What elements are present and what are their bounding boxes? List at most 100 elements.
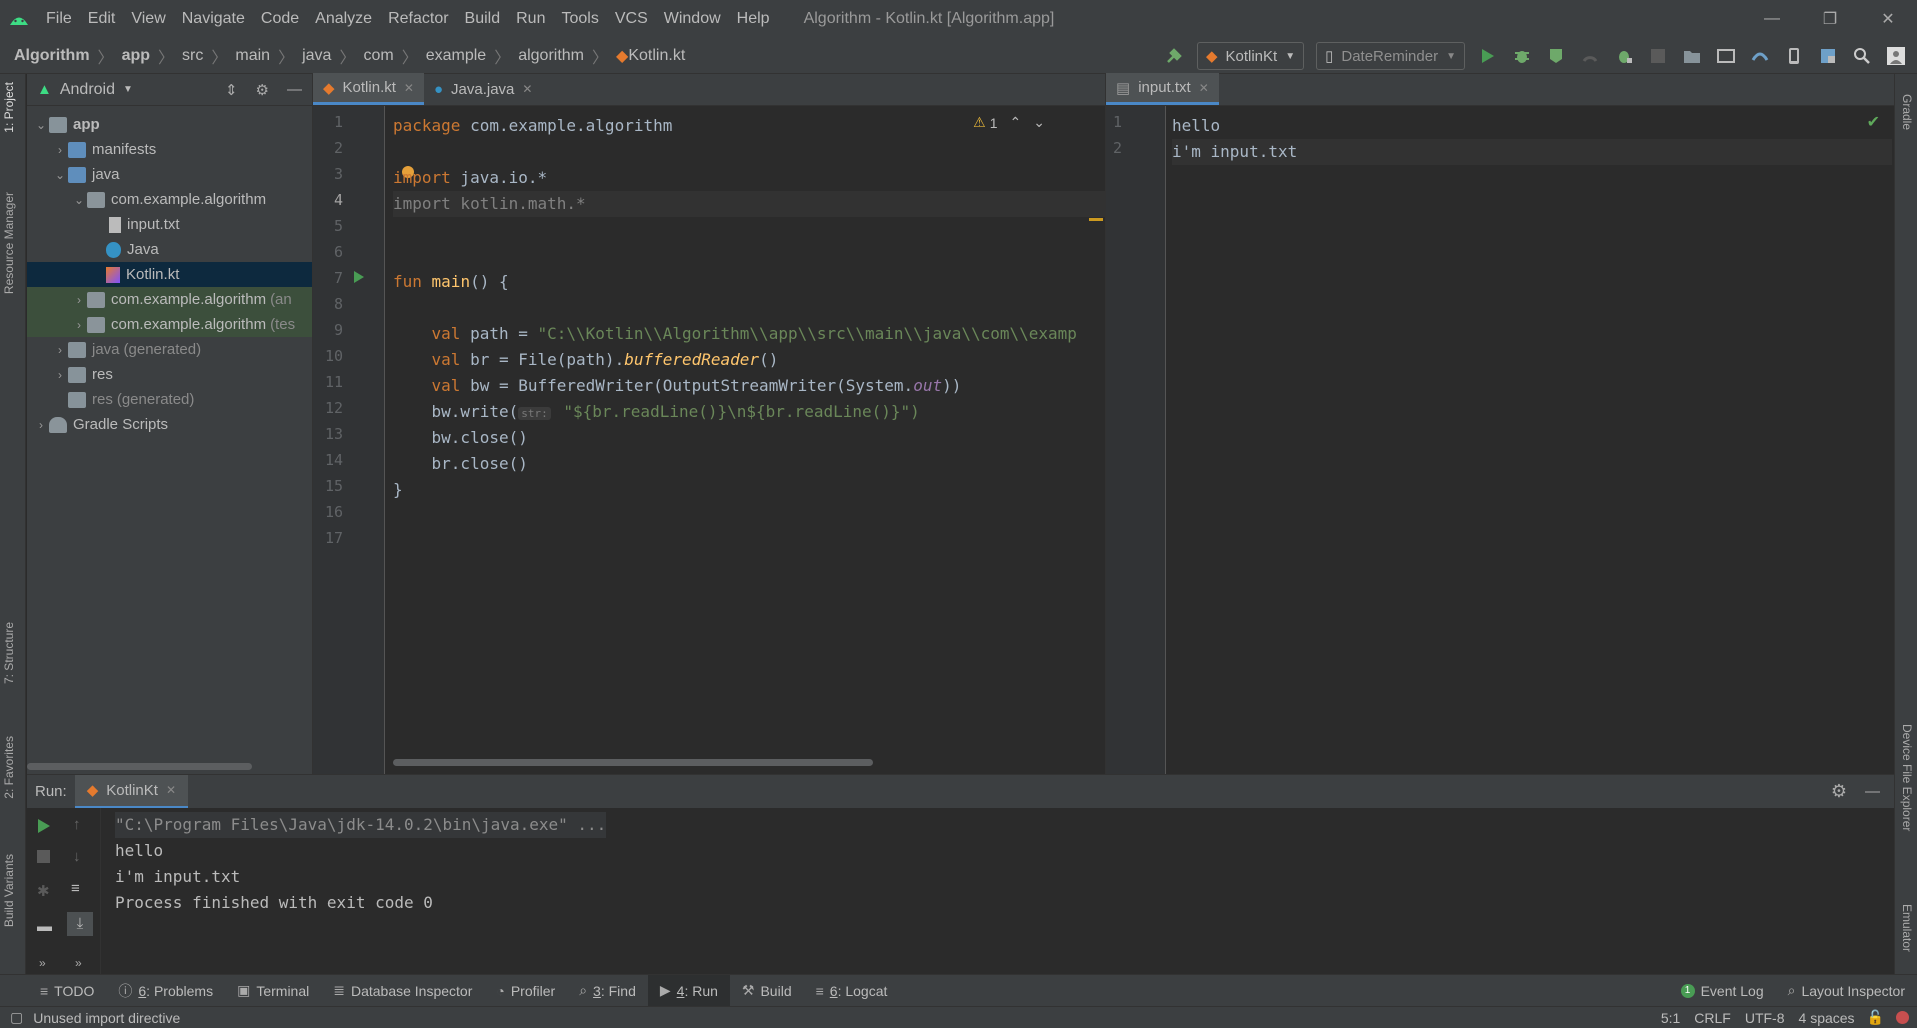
project-tool-tab[interactable]: 1: Project [2,82,16,133]
tab-input-txt[interactable]: ▤ input.txt ✕ [1106,73,1219,105]
tab-kotlin-kt[interactable]: ◆ Kotlin.kt ✕ [313,73,424,105]
breadcrumb-item[interactable]: src [182,47,203,65]
menu-navigate[interactable]: Navigate [174,10,253,28]
menu-refactor[interactable]: Refactor [380,10,456,28]
menu-tools[interactable]: Tools [553,10,606,28]
bug-icon[interactable]: ✱ [37,882,50,900]
minimize-button[interactable]: — [1743,0,1801,38]
code-area[interactable]: package com.example.algorithm import jav… [393,106,1105,726]
breadcrumb-item[interactable]: algorithm [518,47,584,65]
text-area[interactable]: hello i'm input.txt [1172,106,1894,726]
gear-icon[interactable]: ⚙ [256,81,269,99]
down-arrow-icon[interactable]: ↓ [73,848,81,865]
breadcrumb-item[interactable]: Kotlin.kt [628,47,685,65]
menu-analyze[interactable]: Analyze [307,10,380,28]
run-config-select[interactable]: ◆ KotlinKt ▼ [1196,42,1305,70]
tool-window-todo[interactable]: ≡ TODO [28,975,106,1007]
coverage-icon[interactable] [1541,41,1571,71]
status-toggle-icon[interactable]: ▢ [10,1009,23,1026]
collapse-all-icon[interactable]: ⇕ [225,81,238,99]
project-view-select[interactable]: Android [60,81,115,99]
tool-window-problems[interactable]: ⓘ 6: Problems [106,975,225,1007]
close-tab-icon[interactable]: ✕ [522,82,532,96]
more-icon[interactable]: » [75,956,82,970]
resource-manager-tab[interactable]: Resource Manager [2,192,16,294]
chevron-down-icon[interactable]: ⌄ [33,118,49,132]
event-log-button[interactable]: 1 Event Log [1669,975,1776,1007]
more-icon[interactable]: » [39,956,46,970]
up-arrow-icon[interactable]: ↑ [73,816,81,833]
tree-item[interactable]: › Gradle Scripts [27,412,312,437]
tool-window-build[interactable]: ⚒ Build [730,975,804,1007]
avd-manager-icon[interactable] [1711,41,1741,71]
search-icon[interactable] [1847,41,1877,71]
tree-item[interactable]: › com.example.algorithm (tes [27,312,312,337]
tree-item[interactable]: ⌄ com.example.algorithm [27,187,312,212]
breadcrumb-item[interactable]: app [122,47,150,65]
account-icon[interactable] [1881,41,1911,71]
line-separator[interactable]: CRLF [1694,1010,1731,1026]
restore-button[interactable]: ❐ [1801,0,1859,38]
project-structure-icon[interactable] [1813,41,1843,71]
run-icon[interactable] [1473,41,1503,71]
menu-view[interactable]: View [123,10,173,28]
close-tab-icon[interactable]: ✕ [1199,81,1209,95]
close-window-button[interactable]: ✕ [1859,0,1917,38]
menu-window[interactable]: Window [656,10,729,28]
indent-setting[interactable]: 4 spaces [1799,1010,1855,1026]
chevron-down-icon[interactable]: ⌄ [71,193,87,207]
run-gutter-icon[interactable] [353,270,365,288]
layout-inspector-button[interactable]: ⌕ Layout Inspector [1776,975,1917,1007]
tool-window-find[interactable]: ⌕ 3: Find [567,975,648,1007]
tool-window-terminal[interactable]: ▣ Terminal [225,975,321,1007]
structure-tab[interactable]: 7: Structure [2,622,16,684]
stop-icon[interactable] [37,850,50,863]
tree-item[interactable]: › java (generated) [27,337,312,362]
tool-window-logcat[interactable]: ≡ 6: Logcat [804,975,900,1007]
error-icon[interactable] [1896,1011,1909,1024]
close-tab-icon[interactable]: ✕ [166,783,176,797]
build-hammer-icon[interactable] [1159,41,1189,71]
breadcrumb-item[interactable]: main [235,47,270,65]
chevron-right-icon[interactable]: › [71,318,87,332]
menu-build[interactable]: Build [457,10,509,28]
chevron-right-icon[interactable]: › [52,343,68,357]
chevron-right-icon[interactable]: › [71,293,87,307]
menu-run[interactable]: Run [508,10,553,28]
chevron-right-icon[interactable]: › [52,368,68,382]
horizontal-scrollbar[interactable] [393,759,873,766]
tab-kotlinkt[interactable]: ◆ KotlinKt ✕ [74,774,188,809]
breadcrumb-item[interactable]: com [363,47,393,65]
sync-project-icon[interactable] [1677,41,1707,71]
scroll-to-end-icon[interactable]: ⤓ [67,912,93,936]
device-manager-icon[interactable] [1779,41,1809,71]
tree-item[interactable]: input.txt [27,212,312,237]
hide-panel-icon[interactable]: — [1865,783,1880,800]
layout-icon[interactable]: ▬ [37,918,52,935]
tool-window-databaseinspector[interactable]: ≣ Database Inspector [321,975,484,1007]
chevron-down-icon[interactable]: ▼ [123,84,133,95]
lock-icon[interactable]: 🔓 [1867,1009,1884,1026]
menu-vcs[interactable]: VCS [607,10,656,28]
tree-item[interactable]: › manifests [27,137,312,162]
horizontal-scrollbar[interactable] [27,763,252,770]
chevron-right-icon[interactable]: › [33,418,49,432]
tool-window-profiler[interactable]: ◔ Profiler [484,975,567,1007]
breadcrumb-item[interactable]: Algorithm [14,47,90,65]
gradle-tab[interactable]: Gradle [1900,94,1914,130]
breadcrumb-item[interactable]: example [426,47,486,65]
tree-item[interactable]: › com.example.algorithm (an [27,287,312,312]
build-variants-tab[interactable]: Build Variants [2,854,16,927]
close-tab-icon[interactable]: ✕ [404,81,414,95]
profile-icon[interactable] [1575,41,1605,71]
device-select[interactable]: ▯ DateReminder ▼ [1316,42,1465,70]
gear-icon[interactable]: ⚙ [1831,781,1847,802]
emulator-tab[interactable]: Emulator [1900,904,1914,952]
debug-icon[interactable] [1507,41,1537,71]
breadcrumb-item[interactable]: java [302,47,331,65]
rerun-icon[interactable] [37,818,51,838]
tool-window-run[interactable]: ▶ 4: Run [647,974,730,1007]
tree-item[interactable]: › res [27,362,312,387]
stop-icon[interactable] [1643,41,1673,71]
sdk-manager-icon[interactable] [1745,41,1775,71]
